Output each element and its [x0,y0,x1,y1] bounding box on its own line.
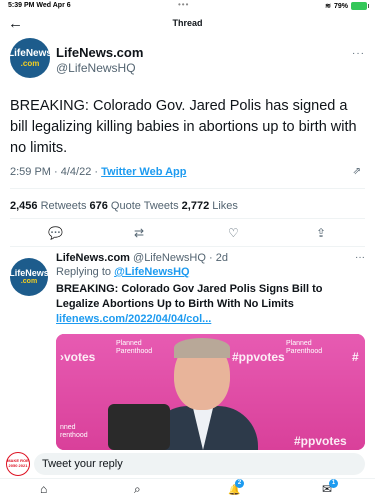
reply-composer: MAKE ROE 2050 2021 Tweet your reply [0,450,375,478]
share-icon[interactable]: ⇪ [316,226,326,240]
media-text-right: # [352,350,359,364]
retweets-count[interactable]: 2,456 [10,200,38,212]
tweet-meta: 2:59 PM · 4/4/22 · Twitter Web App ⇗ [10,166,365,178]
media-pp-logo-left: Planned Parenthood [116,340,153,355]
tweet-text: BREAKING: Colorado Gov. Jared Polis has … [10,98,357,156]
article-link[interactable]: lifenews.com/2022/04/04/col... [56,313,211,325]
reply-header: LifeNews.com @LifeNewsHQ · 2d [56,252,228,264]
analytics-icon[interactable]: ⇗ [353,166,361,177]
notifications-tab[interactable]: 🔔 2 [228,479,244,496]
reply-text: BREAKING: Colorado Gov Jared Polis Signs… [56,282,365,327]
person-hair [174,338,230,358]
like-icon[interactable]: ♡ [228,226,239,240]
tweet-author: LifeNews .com LifeNews.com @LifeNewsHQ ·… [8,38,365,80]
replying-prefix: Replying to [56,266,115,278]
divider [10,188,365,189]
retweets-label[interactable]: Retweets [38,200,90,212]
microphone [108,404,170,450]
search-icon[interactable]: ⌕ [134,482,141,497]
messages-badge: 1 [329,479,338,488]
multitasking-dots[interactable]: ••• [178,0,189,9]
notifications-badge: 2 [235,479,244,488]
reply-body: BREAKING: Colorado Gov Jared Polis Signs… [56,283,323,310]
tweet-media-image[interactable]: ›votes Planned Parenthood #ppvotes Plann… [56,334,365,450]
reply-icon[interactable]: 💬 [48,226,63,240]
wifi-icon: ≋ [325,3,331,10]
author-handle[interactable]: @LifeNewsHQ [56,61,136,75]
battery-percent: 79% [333,2,348,10]
avatar-text-line2: .com [20,58,40,68]
more-options-icon[interactable]: ··· [355,252,365,263]
user-avatar[interactable]: MAKE ROE 2050 2021 [6,452,30,476]
tweet-source-link[interactable]: Twitter Web App [101,166,186,178]
reply-input[interactable]: Tweet your reply [34,453,365,475]
media-text-left: ›votes [60,350,96,364]
avatar-text-line1: LifeNews [9,267,49,278]
author-name[interactable]: LifeNews.com [56,252,130,264]
author-name[interactable]: LifeNews.com [56,45,143,60]
bottom-tab-bar: ⌂ ⌕ 🔔 2 ✉ 1 [0,478,375,500]
avatar[interactable]: LifeNews .com [8,38,52,78]
quotes-label[interactable]: Quote Tweets [108,200,182,212]
quotes-count[interactable]: 676 [90,200,108,212]
home-icon[interactable]: ⌂ [40,482,47,496]
author-handle-time[interactable]: @LifeNewsHQ · 2d [130,252,228,264]
media-pp-logo-right: Planned Parenthood [286,340,323,355]
status-bar: 5:39 PM Wed Apr 6 ••• ≋ 79% [0,0,375,14]
likes-label[interactable]: Likes [209,200,238,212]
divider [10,246,365,247]
messages-tab[interactable]: ✉ 1 [322,479,338,496]
media-text-bottom-right: #ppvotes [294,434,347,448]
status-right: ≋ 79% [325,2,369,10]
likes-count[interactable]: 2,772 [182,200,210,212]
media-text-bottom-left: nned renthood [60,424,88,439]
page-title: Thread [172,18,203,28]
status-time: 5:39 PM Wed Apr 6 [8,2,71,9]
battery-icon [351,2,369,10]
avatar[interactable]: LifeNews .com [9,258,49,296]
tweet-actions: 💬 ⇄ ♡ ⇪ [0,226,375,244]
more-options-icon[interactable]: ··· [352,48,365,59]
tweet-timestamp[interactable]: 2:59 PM · 4/4/22 · [10,166,101,178]
avatar-text-line2: .com [20,277,38,285]
top-bar: ← Thread [0,14,375,36]
divider [10,218,365,219]
avatar-text-line1: LifeNews [8,47,52,59]
engagement-counts: 2,456 Retweets 676 Quote Tweets 2,772 Li… [10,200,238,212]
replying-to-link[interactable]: @LifeNewsHQ [114,266,190,278]
replying-to: Replying to @LifeNewsHQ [56,266,190,278]
media-text-center: #ppvotes [232,350,285,364]
retweet-icon[interactable]: ⇄ [134,226,144,240]
